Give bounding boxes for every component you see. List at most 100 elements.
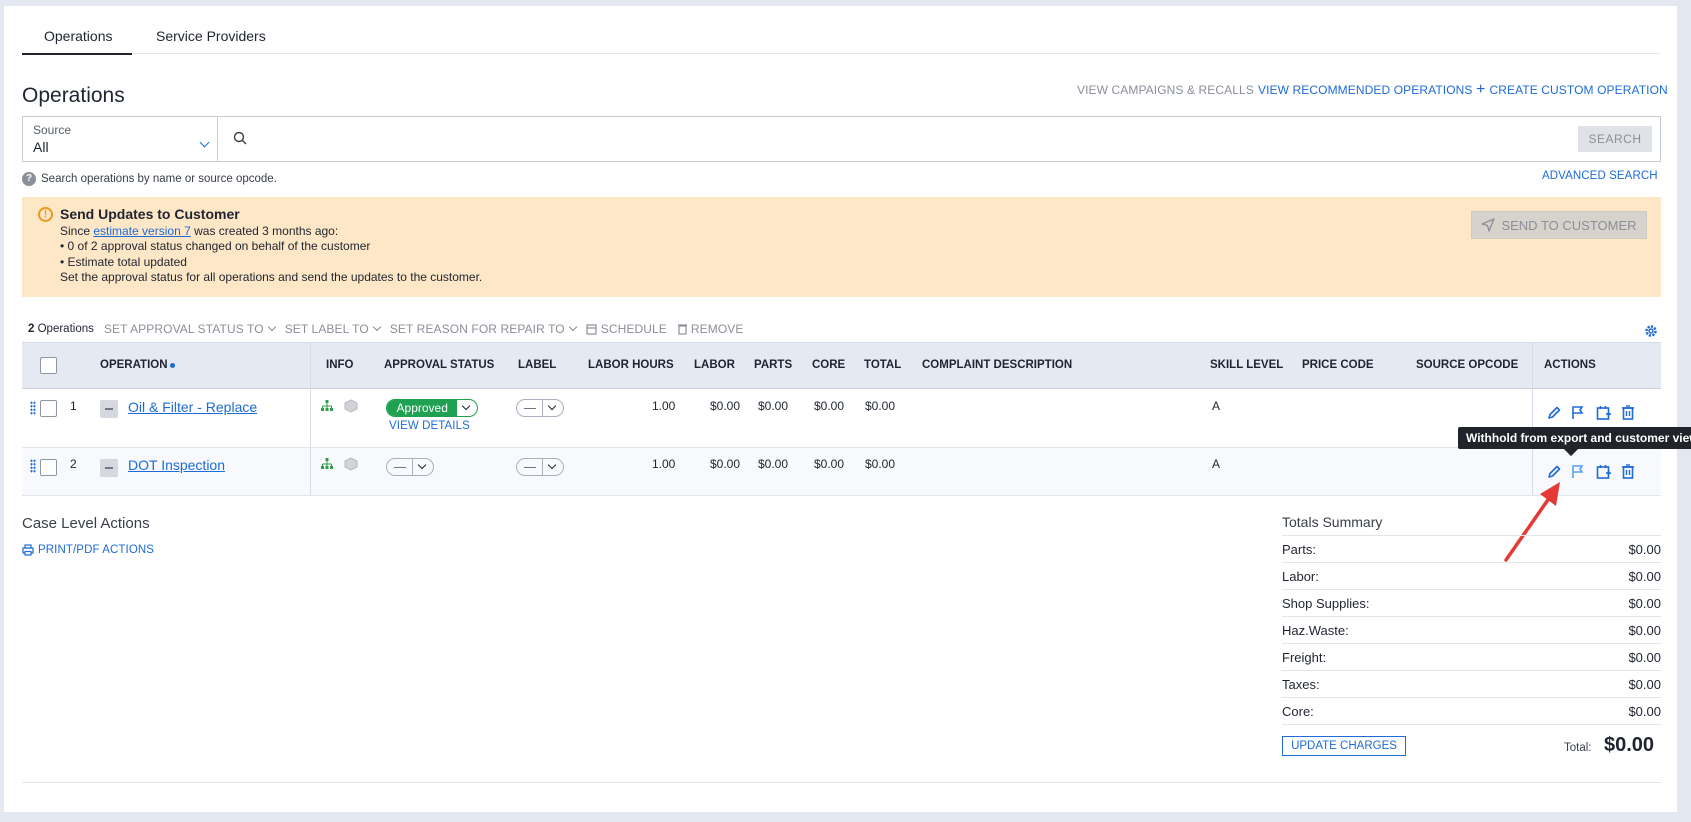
view-recommended-link[interactable]: VIEW RECOMMENDED OPERATIONS — [1258, 83, 1473, 97]
calendar-add-icon[interactable] — [1596, 405, 1612, 421]
search-icon — [233, 131, 247, 145]
source-select[interactable]: Source All — [22, 116, 218, 162]
bulk-toolbar: 2 Operations SET APPROVAL STATUS TO SET … — [28, 322, 743, 336]
collapse-icon[interactable] — [100, 400, 118, 418]
trash-icon[interactable] — [1620, 464, 1636, 480]
total-value: $0.00 — [865, 399, 896, 413]
row-checkbox[interactable] — [40, 400, 57, 417]
view-campaigns-link[interactable]: VIEW CAMPAIGNS & RECALLS — [1077, 83, 1254, 97]
totals-row: Labor: $0.00 — [1282, 562, 1661, 589]
column-divider — [310, 389, 311, 447]
trash-icon[interactable] — [1620, 405, 1636, 421]
column-divider — [310, 343, 311, 389]
col-core: CORE — [812, 359, 846, 371]
page-title: Operations — [22, 84, 125, 107]
col-operation[interactable]: OPERATION — [100, 359, 175, 371]
calendar-icon — [586, 324, 597, 335]
collapse-icon[interactable] — [100, 459, 118, 477]
box-icon[interactable] — [344, 399, 358, 413]
operations-count: 2 Operations — [28, 323, 94, 335]
alert-title: Send Updates to Customer — [60, 206, 240, 222]
tab-service-providers[interactable]: Service Providers — [156, 28, 266, 44]
chevron-down-icon — [199, 137, 210, 148]
send-updates-alert: ! Send Updates to Customer Since estimat… — [22, 197, 1661, 297]
core-value: $0.00 — [814, 457, 845, 471]
col-labor: LABOR — [694, 359, 735, 371]
col-actions: ACTIONS — [1544, 359, 1596, 371]
bottom-divider — [22, 782, 1661, 783]
withhold-tooltip: Withhold from export and customer view. — [1458, 427, 1691, 449]
col-labor-hours: LABOR HOURS — [588, 359, 674, 371]
operation-link[interactable]: DOT Inspection — [128, 457, 225, 473]
main-panel: Operations Service Providers Operations … — [4, 6, 1691, 812]
calendar-add-icon[interactable] — [1596, 464, 1612, 480]
col-price-code: PRICE CODE — [1302, 359, 1374, 371]
skill-level: A — [1212, 457, 1221, 471]
box-icon[interactable] — [344, 457, 358, 471]
chevron-down-icon — [462, 401, 471, 411]
flag-icon[interactable] — [1570, 405, 1586, 421]
label-dropdown[interactable] — [516, 399, 564, 417]
table-row: 2 DOT Inspection 1.00 $0.00 $0.00 $0.00 … — [22, 448, 1661, 496]
search-input[interactable]: SEARCH — [217, 116, 1661, 162]
row-number: 1 — [70, 399, 77, 413]
send-icon — [1481, 218, 1496, 232]
estimate-version-link[interactable]: estimate version 7 — [93, 224, 190, 238]
print-pdf-actions-link[interactable]: PRINT/PDF ACTIONS — [22, 544, 154, 556]
remove-button[interactable]: REMOVE — [677, 322, 744, 336]
label-dropdown[interactable] — [516, 458, 564, 476]
gear-icon[interactable] — [1644, 324, 1658, 338]
totals-row: Core: $0.00 — [1282, 697, 1661, 724]
totals-row: Parts: $0.00 — [1282, 535, 1661, 562]
printer-icon — [22, 544, 34, 556]
approval-status-dropdown[interactable]: Approved — [386, 399, 478, 417]
drag-handle-icon[interactable] — [30, 459, 36, 473]
set-approval-status-dropdown[interactable]: SET APPROVAL STATUS TO — [104, 322, 276, 336]
alert-bullet: • 0 of 2 approval status changed on beha… — [60, 239, 371, 253]
labor-value: $0.00 — [710, 399, 741, 413]
schedule-button[interactable]: SCHEDULE — [586, 322, 667, 336]
col-total: TOTAL — [864, 359, 902, 371]
labor-hours: 1.00 — [652, 399, 676, 413]
source-label: Source — [33, 123, 72, 137]
chevron-down-icon — [417, 460, 427, 470]
source-value: All — [33, 139, 49, 155]
parts-value: $0.00 — [758, 399, 789, 413]
totals-row: Shop Supplies: $0.00 — [1282, 589, 1661, 616]
update-charges-button[interactable]: UPDATE CHARGES — [1282, 736, 1406, 756]
sort-indicator-icon — [169, 363, 175, 368]
view-details-link[interactable]: VIEW DETAILS — [389, 420, 470, 432]
edit-icon[interactable] — [1546, 405, 1562, 421]
hierarchy-icon[interactable] — [320, 457, 334, 471]
case-level-actions-title: Case Level Actions — [22, 515, 150, 532]
create-custom-operation-link[interactable]: + CREATE CUSTOM OPERATION — [1476, 81, 1668, 98]
row-number: 2 — [70, 457, 77, 471]
advanced-search-link[interactable]: ADVANCED SEARCH — [1542, 170, 1658, 182]
plus-icon: + — [1476, 81, 1486, 98]
labor-hours: 1.00 — [652, 457, 676, 471]
chevron-down-icon — [547, 401, 557, 411]
totals-row: Taxes: $0.00 — [1282, 670, 1661, 697]
alert-bullet: • Estimate total updated — [60, 254, 187, 269]
operation-link[interactable]: Oil & Filter - Replace — [128, 399, 257, 415]
col-approval-status: APPROVAL STATUS — [384, 359, 495, 371]
drag-handle-icon[interactable] — [30, 401, 36, 415]
row-checkbox[interactable] — [40, 459, 57, 476]
hierarchy-icon[interactable] — [320, 399, 334, 413]
warning-icon: ! — [38, 207, 53, 222]
total-value: $0.00 — [1604, 734, 1655, 756]
set-reason-dropdown[interactable]: SET REASON FOR REPAIR TO — [390, 322, 577, 336]
select-all-checkbox[interactable] — [40, 357, 57, 374]
search-button[interactable]: SEARCH — [1578, 126, 1652, 152]
col-info: INFO — [326, 359, 354, 371]
withhold-flag-icon[interactable] — [1570, 464, 1586, 480]
parts-value: $0.00 — [758, 457, 789, 471]
chevron-down-icon — [267, 322, 276, 332]
totals-row: Haz.Waste: $0.00 — [1282, 616, 1661, 643]
approval-status-dropdown[interactable] — [386, 458, 434, 476]
tab-bar: Operations Service Providers — [21, 20, 1660, 55]
set-label-dropdown[interactable]: SET LABEL TO — [285, 322, 382, 336]
tab-operations[interactable]: Operations — [21, 28, 134, 55]
send-to-customer-button[interactable]: SEND TO CUSTOMER — [1471, 211, 1647, 239]
col-complaint: COMPLAINT DESCRIPTION — [922, 359, 1073, 371]
